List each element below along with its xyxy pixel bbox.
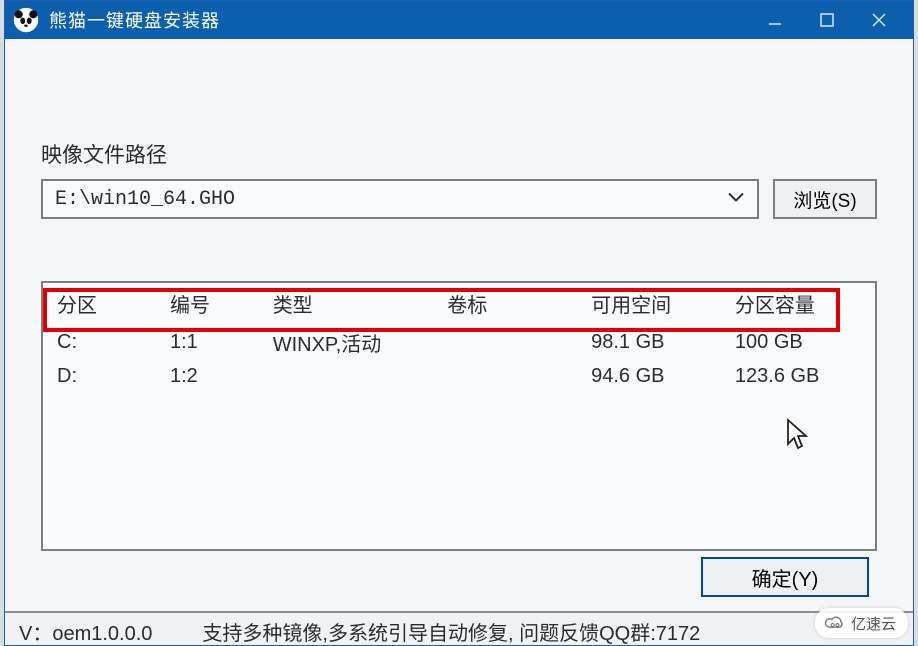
partition-table[interactable]: 分区 编号 类型 卷标 可用空间 分区容量 C: 1:1 WINXP,活动 9 (41, 281, 877, 551)
footer-info: 支持多种镜像,多系统引导自动修复, 问题反馈QQ群:7172 (202, 617, 700, 646)
content-area: 映像文件路径 E:\win10_64.GHO 浏览(S) 分区 编号 类型 (5, 139, 913, 551)
cell-partition: D: (43, 361, 156, 392)
status-bar: V：oem1.0.0.0 支持多种镜像,多系统引导自动修复, 问题反馈QQ群:7… (5, 611, 913, 645)
cell-type: WINXP,活动 (259, 324, 434, 361)
table-row[interactable]: C: 1:1 WINXP,活动 98.1 GB 100 GB (43, 324, 875, 361)
cell-volume (433, 361, 577, 392)
cloud-icon (823, 612, 845, 634)
cell-total: 100 GB (721, 324, 875, 361)
table-header-row: 分区 编号 类型 卷标 可用空间 分区容量 (43, 283, 875, 324)
cell-volume (433, 324, 577, 361)
window-title: 熊猫一键硬盘安装器 (49, 7, 749, 33)
image-path-combobox[interactable]: E:\win10_64.GHO (41, 179, 759, 219)
col-number: 编号 (156, 283, 259, 324)
col-volume: 卷标 (433, 283, 577, 324)
cell-number: 1:2 (156, 361, 259, 392)
cell-total: 123.6 GB (721, 361, 875, 392)
ok-button[interactable]: 确定(Y) (701, 557, 869, 597)
titlebar: 熊猫一键硬盘安装器 (5, 1, 913, 39)
browse-button[interactable]: 浏览(S) (773, 179, 877, 219)
table-row[interactable]: D: 1:2 94.6 GB 123.6 GB (43, 361, 875, 392)
minimize-button[interactable] (749, 1, 801, 39)
browse-button-label: 浏览(S) (793, 186, 856, 213)
col-total: 分区容量 (721, 283, 875, 324)
col-free: 可用空间 (577, 283, 721, 324)
chevron-down-icon (727, 188, 745, 211)
ok-button-label: 确定(Y) (752, 563, 819, 592)
cell-number: 1:1 (156, 324, 259, 361)
watermark-text: 亿速云 (851, 613, 896, 634)
watermark: 亿速云 (815, 608, 908, 638)
image-path-row: E:\win10_64.GHO 浏览(S) (41, 179, 877, 219)
col-partition: 分区 (43, 283, 156, 324)
cell-partition: C: (43, 324, 156, 361)
image-path-label: 映像文件路径 (41, 139, 877, 169)
maximize-button[interactable] (801, 1, 853, 39)
app-window: 熊猫一键硬盘安装器 映像文件路径 E:\win10_64.GHO 浏览(S) (4, 0, 914, 646)
app-logo-icon (13, 7, 39, 33)
cell-free: 94.6 GB (577, 361, 721, 392)
cell-type (259, 361, 434, 392)
cell-free: 98.1 GB (577, 324, 721, 361)
image-path-value: E:\win10_64.GHO (55, 188, 235, 211)
version-text: V：oem1.0.0.0 (19, 617, 152, 646)
close-button[interactable] (853, 1, 905, 39)
col-type: 类型 (259, 283, 434, 324)
